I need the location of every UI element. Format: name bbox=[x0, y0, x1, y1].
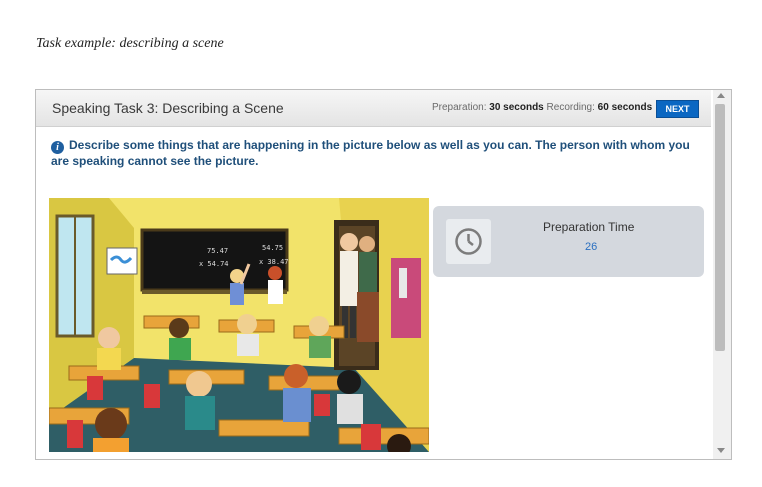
instruction-body: Describe some things that are happening … bbox=[51, 138, 690, 168]
task-title: Speaking Task 3: Describing a Scene bbox=[52, 100, 284, 116]
classroom-scene-image: 75.47 54.75 x 54.74 x 38.47 bbox=[49, 198, 429, 452]
preparation-time-label: Preparation Time bbox=[543, 220, 635, 234]
rec-label: Recording: bbox=[546, 102, 595, 113]
scrollbar-thumb[interactable] bbox=[715, 104, 725, 351]
instruction-text: i Describe some things that are happening… bbox=[51, 138, 691, 168]
board-text-3: x 54.74 bbox=[199, 260, 229, 268]
info-icon: i bbox=[51, 141, 64, 154]
preparation-countdown: 26 bbox=[585, 241, 598, 253]
rec-value: 60 seconds bbox=[597, 102, 653, 113]
board-text-4: x 38.47 bbox=[259, 258, 289, 266]
task-window: Speaking Task 3: Describing a Scene Prep… bbox=[35, 89, 732, 460]
board-text-2: 54.75 bbox=[262, 244, 283, 252]
vertical-scrollbar[interactable] bbox=[713, 90, 731, 459]
board-text-1: 75.47 bbox=[207, 247, 228, 255]
task-header: Speaking Task 3: Describing a Scene Prep… bbox=[36, 90, 711, 127]
clock-icon bbox=[446, 219, 491, 264]
scroll-up-icon[interactable] bbox=[717, 93, 725, 98]
prep-value: 30 seconds bbox=[489, 102, 544, 113]
prep-label: Preparation: bbox=[432, 102, 487, 113]
timing-info: Preparation: 30 seconds Recording: 60 se… bbox=[432, 102, 652, 113]
next-button[interactable]: NEXT bbox=[656, 100, 699, 118]
preparation-panel: Preparation Time 26 bbox=[433, 206, 704, 277]
task-caption: Task example: describing a scene bbox=[36, 36, 224, 51]
scroll-down-icon[interactable] bbox=[717, 448, 725, 453]
